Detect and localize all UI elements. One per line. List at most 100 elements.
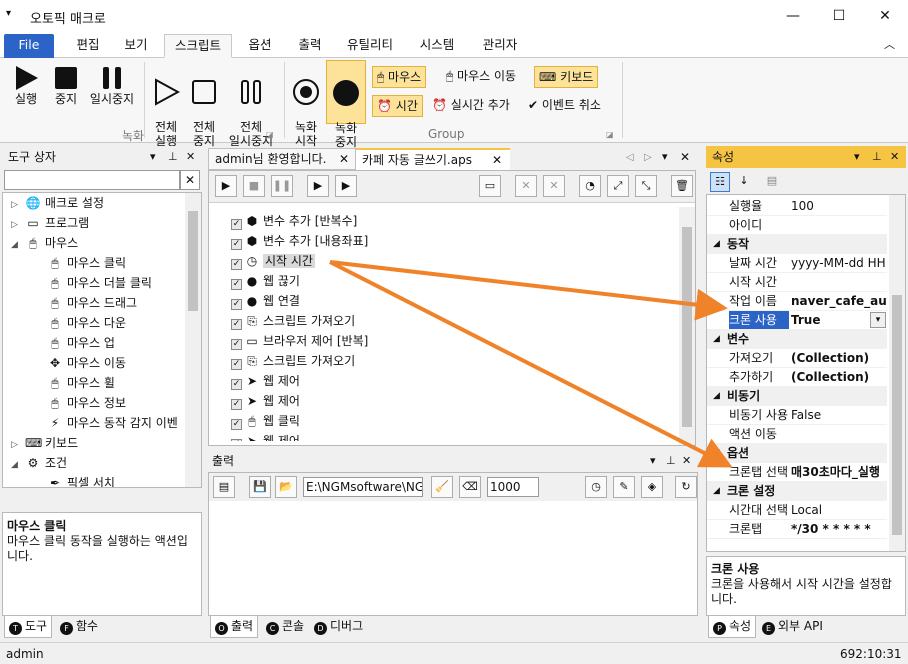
tree-item[interactable]: ✥ 마우스 이동 (11, 353, 187, 373)
close-editor-icon[interactable]: ✕ (680, 150, 690, 164)
script-row[interactable]: ✓ ▭ 브라우저 제어 [반복] (231, 331, 671, 351)
dropdown-icon[interactable]: ▾ (150, 146, 156, 168)
folder-icon[interactable]: 📂 (275, 476, 297, 498)
dropdown-icon[interactable]: ▾ (854, 146, 860, 168)
collapse-arrow-icon[interactable]: ◢ (713, 235, 720, 254)
script-row[interactable]: ✓ 🖱 웹 클릭 (231, 411, 671, 431)
property-row[interactable]: 시간대 선택 Local (707, 501, 887, 520)
script-row[interactable]: ✓ ● 웹 연결 (231, 291, 671, 311)
tab-options[interactable]: 옵션 (238, 34, 282, 58)
script-row[interactable]: ✓ ➤ 웹 제어 (231, 431, 671, 441)
row-checkbox[interactable]: ✓ (231, 299, 242, 310)
tab-script[interactable]: 스크립트 (164, 34, 232, 58)
realtime-add-toggle[interactable]: ⏰ 실시간 추가 (428, 95, 514, 117)
run-button[interactable]: 실행 (8, 64, 44, 106)
collapse-arrow-icon[interactable]: ◢ (713, 482, 720, 501)
record-start-button[interactable]: 녹화 시작 (288, 64, 324, 148)
stop-button[interactable]: 중지 (48, 64, 84, 106)
play-icon[interactable]: ▶ (215, 175, 237, 197)
scrollbar-thumb[interactable] (682, 227, 692, 427)
dialog-launcher-icon[interactable]: ◪ (606, 130, 614, 139)
tab-admin[interactable]: 관리자 (472, 34, 528, 58)
clear-icon[interactable]: ✕ (543, 175, 565, 197)
tab-script-file[interactable]: 카페 자동 글쓰기.aps ✕ (356, 148, 510, 170)
property-row[interactable]: 실행율 100 (707, 197, 887, 216)
stop-icon[interactable]: ■ (243, 175, 265, 197)
property-value[interactable]: 매30초마다_실행 (791, 463, 887, 481)
tab-debug[interactable]: D 디버그 (310, 616, 367, 638)
pin-icon[interactable]: ⊥ (168, 146, 178, 168)
property-row[interactable]: 작업 이름 naver_cafe_auto_ (707, 292, 887, 311)
property-row[interactable]: 크론탭 */30 * * * * * (707, 520, 887, 539)
collapse-arrow-icon[interactable]: ◢ (713, 444, 720, 463)
property-value[interactable]: False (791, 406, 887, 424)
collapse-arrow-icon[interactable]: ◢ (713, 330, 720, 349)
time-toggle[interactable]: ⏰ 시간 (372, 95, 423, 117)
fill-icon[interactable]: ◈ (641, 476, 663, 498)
dropdown-icon[interactable]: ▾ (870, 312, 886, 328)
property-value[interactable]: 100 (791, 197, 887, 215)
pin-icon[interactable]: ⊥ (872, 146, 882, 168)
tab-system[interactable]: 시스템 (408, 34, 466, 58)
clean-icon[interactable]: 🧹 (431, 476, 453, 498)
tab-edit[interactable]: 편집 (64, 34, 112, 58)
property-row[interactable]: 가져오기 (Collection) (707, 349, 887, 368)
row-checkbox[interactable]: ✓ (231, 439, 242, 441)
expand-arrow-icon[interactable]: ▷ (11, 195, 25, 215)
editor-scrollbar[interactable] (679, 207, 695, 445)
scrollbar-thumb[interactable] (188, 211, 198, 311)
eraser-icon[interactable]: ⌫ (459, 476, 481, 498)
toolbox-scrollbar[interactable] (185, 193, 201, 487)
tab-external-api[interactable]: E 외부 API (758, 616, 827, 638)
dropdown-icon[interactable]: ▾ (650, 450, 656, 472)
script-row[interactable]: ✓ ⬢ 변수 추가 [반복수] (231, 211, 671, 231)
tree-item[interactable]: 🖱 마우스 업 (11, 333, 187, 353)
minimize-button[interactable]: — (770, 0, 816, 32)
script-row[interactable]: ✓ ⎘ 스크립트 가져오기 (231, 351, 671, 371)
tab-output[interactable]: O 출력 (210, 616, 259, 638)
row-checkbox[interactable]: ✓ (231, 219, 242, 230)
run-to-icon[interactable]: ▶ (335, 175, 357, 197)
categorized-icon[interactable]: ☷ (710, 172, 730, 192)
tree-item[interactable]: 🖱 마우스 드래그 (11, 293, 187, 313)
property-scrollbar[interactable] (889, 195, 905, 551)
property-row[interactable]: 크론탭 선택 매30초마다_실행 (707, 463, 887, 482)
tree-item[interactable]: ◢ 🖱 마우스 (11, 233, 187, 253)
property-value[interactable]: */30 * * * * * (791, 520, 887, 538)
tree-item[interactable]: ⚡ 마우스 동작 감지 이벤 (11, 413, 187, 433)
scrollbar-thumb[interactable] (892, 295, 902, 535)
sort-alpha-icon[interactable]: ↓ (734, 172, 754, 192)
clear-search-button[interactable]: ✕ (180, 170, 200, 190)
tree-item[interactable]: ▷ ⌨ 키보드 (11, 433, 187, 453)
property-row[interactable]: 시작 시간 (707, 273, 887, 292)
row-checkbox[interactable]: ✓ (231, 259, 242, 270)
pin-icon[interactable]: ⊥ (666, 450, 676, 472)
close-icon[interactable]: ✕ (682, 450, 691, 472)
property-row[interactable]: 액션 이동 (707, 425, 887, 444)
clock-icon[interactable]: ◷ (585, 476, 607, 498)
output-number-stepper[interactable]: 1000 (487, 477, 539, 497)
tab-scroll-left-icon[interactable]: ◁ (626, 152, 634, 163)
expand-arrow-icon[interactable]: ◢ (11, 455, 25, 475)
property-value[interactable]: naver_cafe_auto_ (791, 292, 887, 310)
row-checkbox[interactable]: ✓ (231, 339, 242, 350)
property-row[interactable]: 날짜 시간 yyyy-MM-dd HH: (707, 254, 887, 273)
pause-button[interactable]: 일시중지 (86, 64, 138, 106)
close-button[interactable]: ✕ (862, 0, 908, 32)
collapse-ribbon-icon[interactable]: ︿ (884, 36, 895, 52)
expand-arrow-icon[interactable]: ▷ (11, 435, 25, 455)
property-category[interactable]: ◢ 변수 (707, 330, 887, 349)
new-doc-icon[interactable]: ▤ (213, 476, 235, 498)
close-icon[interactable]: ✕ (890, 146, 899, 168)
property-row[interactable]: 아이디 (707, 216, 887, 235)
timer-icon[interactable]: ◔ (579, 175, 601, 197)
close-tab-icon[interactable]: ✕ (492, 150, 502, 170)
property-value[interactable]: (Collection) (791, 349, 887, 367)
tab-properties[interactable]: P 속성 (708, 616, 757, 638)
tab-functions[interactable]: F 함수 (56, 616, 102, 638)
collapse-icon[interactable]: ⤡ (635, 175, 657, 197)
property-value[interactable]: (Collection) (791, 368, 887, 386)
expand-icon[interactable]: ⤢ (607, 175, 629, 197)
script-row[interactable]: ✓ ➤ 웹 제어 (231, 371, 671, 391)
record-stop-button[interactable]: 녹화 중지 (326, 60, 366, 149)
